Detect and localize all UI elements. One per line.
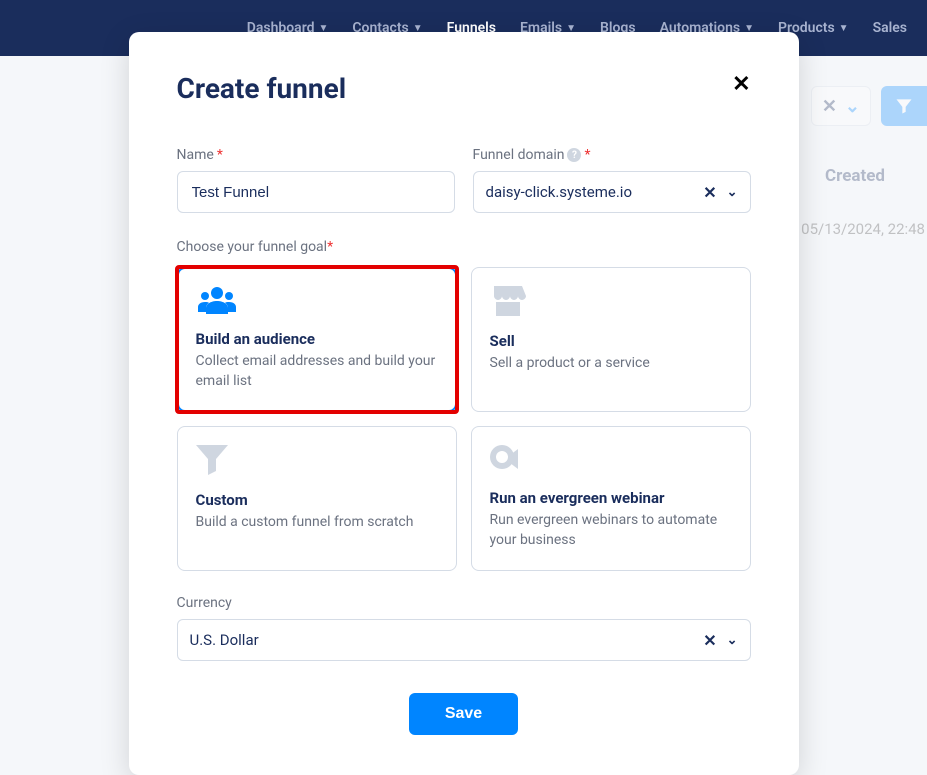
goal-title: Custom	[196, 491, 438, 509]
domain-value: daisy-click.systeme.io	[486, 183, 633, 201]
goal-desc: Run evergreen webinars to automate your …	[490, 511, 732, 550]
chevron-down-icon: ▼	[839, 23, 849, 34]
currency-select[interactable]: U.S. Dollar ✕ ⌄	[177, 619, 751, 661]
goal-sell[interactable]: Sell Sell a product or a service	[471, 267, 751, 412]
chevron-down-icon[interactable]: ⌄	[727, 633, 738, 648]
clear-icon[interactable]: ✕	[703, 183, 716, 202]
store-icon	[490, 286, 732, 320]
goal-build-audience[interactable]: Build an audience Collect email addresse…	[177, 267, 457, 412]
audience-icon	[196, 286, 438, 318]
funnel-icon	[196, 445, 438, 479]
goal-custom[interactable]: Custom Build a custom funnel from scratc…	[177, 426, 457, 571]
nav-sales[interactable]: Sales	[873, 20, 907, 36]
clear-icon[interactable]: ✕	[703, 631, 716, 650]
chevron-down-icon[interactable]: ⌄	[727, 185, 738, 200]
goal-title: Run an evergreen webinar	[490, 489, 732, 507]
name-input[interactable]	[177, 171, 455, 213]
name-label: Name*	[177, 147, 455, 163]
goal-desc: Sell a product or a service	[490, 354, 732, 374]
save-button[interactable]: Save	[409, 693, 518, 735]
close-icon[interactable]: ✕	[732, 72, 750, 97]
currency-value: U.S. Dollar	[190, 631, 259, 649]
goal-desc: Collect email addresses and build your e…	[196, 352, 438, 391]
modal-title: Create funnel	[177, 72, 347, 105]
create-funnel-modal: Create funnel ✕ Name* Funnel domain?* da…	[129, 32, 799, 775]
webinar-icon	[490, 445, 732, 477]
domain-select[interactable]: daisy-click.systeme.io ✕ ⌄	[473, 171, 751, 213]
goal-title: Build an audience	[196, 330, 438, 348]
goal-desc: Build a custom funnel from scratch	[196, 513, 438, 533]
goal-title: Sell	[490, 332, 732, 350]
help-icon[interactable]: ?	[567, 148, 581, 162]
goal-label: Choose your funnel goal*	[177, 239, 751, 255]
currency-label: Currency	[177, 595, 751, 611]
domain-label: Funnel domain?*	[473, 147, 751, 163]
goal-webinar[interactable]: Run an evergreen webinar Run evergreen w…	[471, 426, 751, 571]
